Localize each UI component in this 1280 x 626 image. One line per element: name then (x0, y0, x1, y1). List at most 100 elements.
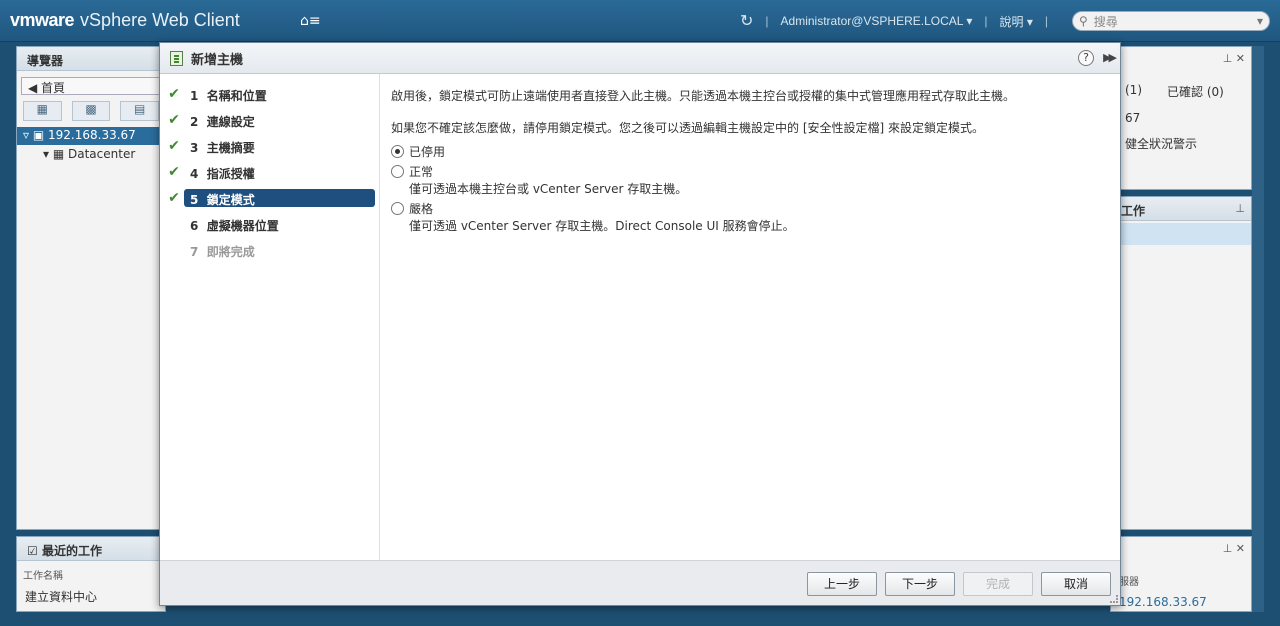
check-icon: ✔ (168, 164, 180, 180)
radio-strict[interactable] (391, 201, 404, 215)
step-num: 2 (190, 115, 199, 129)
check-icon: ✔ (168, 138, 180, 154)
pin-icon[interactable]: ⊥ (1235, 202, 1245, 215)
step-5[interactable]: ✔ 5 鎖定模式 (164, 188, 375, 208)
task-row-name[interactable]: 建立資料中心 (17, 582, 165, 605)
next-button[interactable]: 下一步 (885, 572, 955, 596)
recent-tasks-panel-right: ⊥ ✕ 服器 192.168.33.67 (1110, 536, 1252, 612)
check-icon: ✔ (168, 86, 180, 102)
task-row-server[interactable]: 192.168.33.67 (1119, 595, 1207, 609)
step-label: 7 即將完成 (184, 241, 375, 259)
vmware-logo: vmware vSphere Web Client (10, 10, 240, 31)
pin-icon[interactable]: ⊥ ✕ (1223, 542, 1245, 555)
brand-vmware: vmware (10, 10, 75, 30)
chevron-down-icon[interactable]: ▾ (1257, 14, 1263, 28)
help-icon[interactable]: ? (1078, 50, 1094, 66)
dialog-title: 新增主機 (191, 52, 244, 68)
step-label: 6 虛擬機器位置 (184, 215, 375, 233)
navigator-home-button[interactable]: ◀ 首頁 (21, 77, 161, 95)
navigator-tabs: ▦ ▩ ▤ (23, 101, 160, 123)
tree-item-host[interactable]: ▿ ▣ 192.168.33.67 (17, 127, 165, 145)
step-text: 主機摘要 (206, 141, 255, 155)
step-2[interactable]: ✔ 2 連線設定 (164, 110, 375, 130)
top-right-bar: ↻ | Administrator@VSPHERE.LOCAL ▾ | 說明 ▾… (740, 8, 1270, 34)
work-in-progress-panel: 工作 ⊥ (1110, 196, 1252, 530)
work-panel-title-text: 工作 (1121, 204, 1146, 218)
step-text: 即將完成 (206, 245, 255, 259)
scrollbar[interactable] (1252, 46, 1264, 612)
lockdown-advice: 如果您不確定該怎麼做，請停用鎖定模式。您之後可以透過編輯主機設定中的 [安全性設… (391, 121, 984, 135)
highlighted-row[interactable] (1111, 223, 1251, 245)
step-label: 3 主機摘要 (184, 137, 375, 155)
option-normal-desc: 僅可透過本機主控台或 vCenter Server 存取主機。 (409, 182, 688, 196)
user-label: Administrator@VSPHERE.LOCAL (780, 14, 964, 28)
navigator-title: 導覽器 (17, 47, 165, 71)
work-panel-title: 工作 (1111, 197, 1251, 221)
home-menu-icon[interactable]: ⌂≡ (300, 13, 321, 29)
step-text: 虛擬機器位置 (206, 219, 279, 233)
top-bar: vmware vSphere Web Client ⌂≡ ↻ | Administ… (0, 0, 1280, 42)
lockdown-description: 啟用後，鎖定模式可防止遠端使用者直接登入此主機。只能透過本機主控台或授權的集中式… (391, 89, 1016, 103)
step-label: 5 鎖定模式 (184, 189, 375, 207)
tree-host-label: 192.168.33.67 (48, 128, 136, 142)
confirmed-count[interactable]: 已確認 (0) (1167, 83, 1224, 100)
tree-item-datacenter[interactable]: ▾ ▦ Datacenter (17, 145, 165, 163)
tab-vms-icon[interactable]: ▩ (71, 101, 111, 121)
separator: | (765, 14, 769, 28)
option-strict[interactable]: 嚴格 (391, 199, 1110, 217)
search-icon: ⚲ (1079, 14, 1088, 28)
add-host-icon (170, 50, 183, 66)
option-strict-label[interactable]: 嚴格 (409, 200, 433, 217)
column-task-name[interactable]: 工作名稱 (17, 561, 165, 582)
check-icon: ✔ (168, 112, 180, 128)
tab-storage-icon[interactable]: ▤ (120, 101, 160, 121)
recent-tasks-title-text: 最近的工作 (41, 544, 102, 558)
navigator-panel: 導覽器 ◀ 首頁 ▦ ▩ ▤ ▿ ▣ 192.168.33.67 ▾ ▦ Dat… (16, 46, 166, 530)
resize-grip-icon[interactable] (1110, 595, 1118, 603)
cancel-button[interactable]: 取消 (1041, 572, 1111, 596)
dialog-header: 新增主機 ? ▶▶ (160, 43, 1120, 74)
help-menu[interactable]: 說明 ▾ (1000, 13, 1033, 30)
lockdown-options: 已停用 正常 僅可透過本機主控台或 vCenter Server 存取主機。 嚴… (391, 142, 1110, 234)
back-button[interactable]: 上一步 (807, 572, 877, 596)
step-7: 7 即將完成 (164, 240, 375, 260)
alarm-count: (1) (1125, 83, 1142, 97)
summary-panel: ⊥ ✕ (1) 已確認 (0) 67 健全狀況警示 (1110, 46, 1252, 190)
brand-product: vSphere Web Client (80, 10, 240, 30)
radio-normal[interactable] (391, 164, 404, 178)
search-input[interactable]: ⚲ 搜尋 ▾ (1072, 11, 1270, 31)
radio-disabled[interactable] (391, 144, 404, 158)
check-icon: ✔ (168, 190, 180, 206)
step-3[interactable]: ✔ 3 主機摘要 (164, 136, 375, 156)
step-6[interactable]: 6 虛擬機器位置 (164, 214, 375, 234)
pin-icon[interactable]: ⊥ ✕ (1223, 52, 1245, 65)
step-label: 4 指派授權 (184, 163, 375, 181)
option-normal-label[interactable]: 正常 (409, 163, 433, 180)
wizard-steps: ✔ 1 名稱和位置 ✔ 2 連線設定 ✔ 3 主機摘要 ✔ 4 指派授權 ✔ 5… (160, 74, 380, 560)
separator: | (984, 14, 988, 28)
tab-hosts-clusters-icon[interactable]: ▦ (23, 101, 62, 121)
option-disabled-label[interactable]: 已停用 (409, 143, 445, 160)
expand-icon[interactable]: ▶▶ (1103, 51, 1117, 64)
host-partial: 67 (1125, 111, 1141, 125)
lockdown-content: 啟用後，鎖定模式可防止遠端使用者直接登入此主機。只能透過本機主控台或授權的集中式… (381, 74, 1120, 560)
option-disabled[interactable]: 已停用 (391, 142, 1110, 160)
search-placeholder: 搜尋 (1093, 14, 1118, 29)
column-server[interactable]: 服器 (1119, 573, 1139, 588)
step-text: 指派授權 (206, 167, 255, 181)
option-normal[interactable]: 正常 (391, 162, 1110, 180)
step-4[interactable]: ✔ 4 指派授權 (164, 162, 375, 182)
step-num: 5 (190, 193, 199, 207)
step-text: 名稱和位置 (206, 89, 267, 103)
refresh-icon[interactable]: ↻ (740, 11, 753, 31)
step-num: 3 (190, 141, 199, 155)
user-menu[interactable]: Administrator@VSPHERE.LOCAL ▾ (781, 14, 973, 28)
step-num: 7 (190, 245, 199, 259)
step-num: 6 (190, 219, 199, 233)
finish-button: 完成 (963, 572, 1033, 596)
step-1[interactable]: ✔ 1 名稱和位置 (164, 84, 375, 104)
recent-tasks-title: ☑ 最近的工作 (17, 537, 165, 561)
step-num: 4 (190, 167, 199, 181)
step-text: 連線設定 (206, 115, 255, 129)
help-label: 說明 (999, 14, 1024, 29)
